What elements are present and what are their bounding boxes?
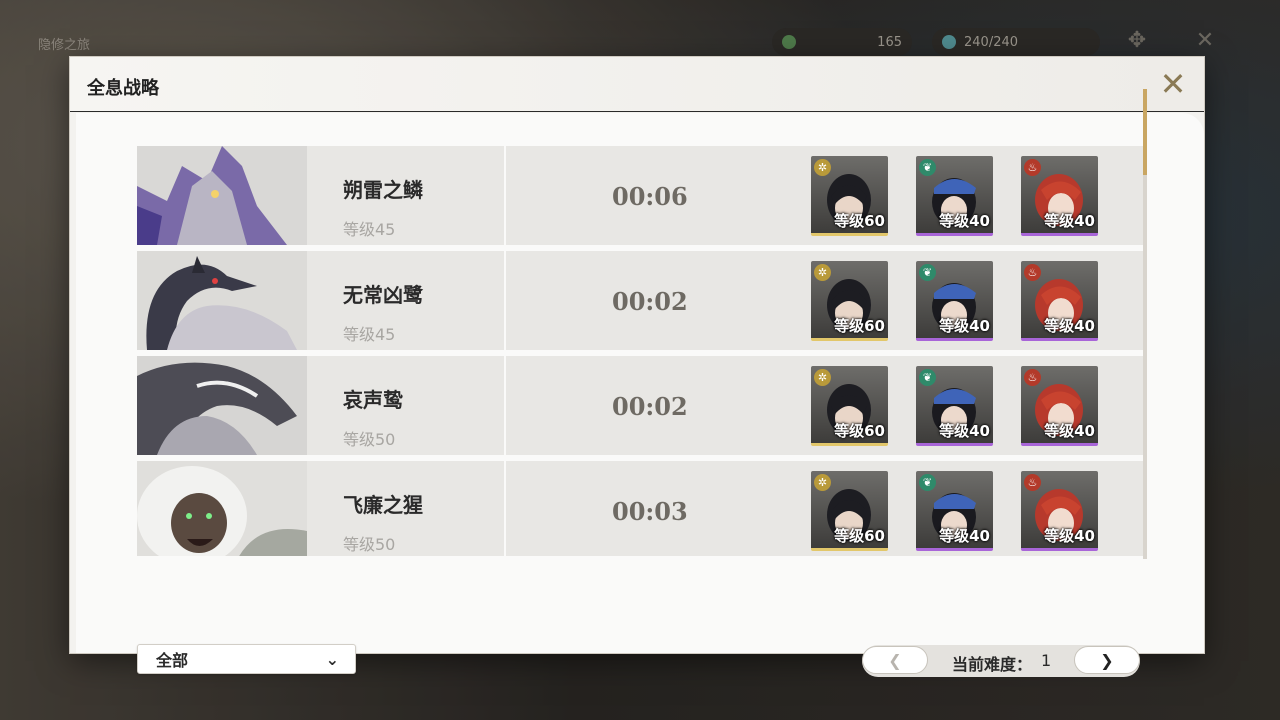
character-slot[interactable]: ♨ 等级40 [1021, 261, 1098, 341]
chevron-down-icon: ⌄ [325, 649, 339, 669]
boss-name: 哀声鸷 [343, 388, 403, 412]
prev-difficulty-button[interactable]: ❮ [862, 646, 928, 674]
next-difficulty-button[interactable]: ❯ [1074, 646, 1140, 674]
boss-name: 无常凶鹭 [343, 283, 423, 307]
boss-level: 等级50 [343, 535, 396, 554]
currency-a[interactable]: 165 [772, 28, 912, 56]
boss-portrait [137, 461, 307, 556]
boss-name: 朔雷之鳞 [343, 178, 423, 202]
waveplate-icon [942, 35, 956, 49]
character-slot[interactable]: ♨ 等级40 [1021, 156, 1098, 236]
character-slot[interactable]: ❦ 等级40 [916, 261, 993, 341]
clear-time: 00:02 [612, 392, 688, 421]
difficulty-pager: ❮ 当前难度： 1 ❯ [862, 645, 1140, 677]
character-slot[interactable]: ♨ 等级40 [1021, 471, 1098, 551]
character-level: 等级40 [939, 422, 990, 440]
character-level: 等级40 [1044, 422, 1095, 440]
team-lineup: ✲ 等级60 ❦ 等级40 ♨ 等级40 [811, 261, 1098, 341]
modal-content: 朔雷之鳞 等级45 00:06 ✲ 等级60 ❦ 等级40 ♨ 等级40 无常凶… [76, 113, 1204, 677]
currency-b[interactable]: 240/240 [932, 28, 1100, 56]
character-level: 等级40 [1044, 212, 1095, 230]
boss-row[interactable]: 无常凶鹭 等级45 00:02 ✲ 等级60 ❦ 等级40 ♨ 等级40 [137, 251, 1145, 350]
boss-level: 等级45 [343, 220, 396, 239]
guide-icon[interactable]: ✥ [1124, 28, 1150, 54]
boss-list[interactable]: 朔雷之鳞 等级45 00:06 ✲ 等级60 ❦ 等级40 ♨ 等级40 无常凶… [137, 146, 1145, 556]
character-slot[interactable]: ❦ 等级40 [916, 366, 993, 446]
row-divider [504, 146, 506, 245]
currency-b-value: 240/240 [964, 34, 1019, 50]
top-left-label: 隐修之旅 [38, 38, 91, 53]
boss-name: 飞廉之猩 [343, 493, 423, 517]
modal-header: 全息战略 ✕ [70, 57, 1204, 112]
character-slot[interactable]: ❦ 等级40 [916, 156, 993, 236]
character-slot[interactable]: ✲ 等级60 [811, 156, 888, 236]
difficulty-label: 当前难度： [952, 655, 1033, 674]
boss-row[interactable]: 哀声鸷 等级50 00:02 ✲ 等级60 ❦ 等级40 ♨ 等级40 [137, 356, 1145, 455]
modal-title: 全息战略 [87, 78, 159, 99]
difficulty-value: 1 [1041, 651, 1052, 670]
character-level: 等级40 [1044, 317, 1095, 335]
character-level: 等级60 [834, 422, 885, 440]
character-level: 等级60 [834, 212, 885, 230]
boss-portrait [137, 251, 307, 350]
filter-dropdown[interactable]: 全部 ⌄ [137, 644, 356, 674]
row-divider [504, 251, 506, 350]
top-bar: 隐修之旅 165 240/240 ✥ ✕ [0, 26, 1280, 60]
close-icon[interactable]: ✕ [1156, 67, 1190, 101]
character-slot[interactable]: ❦ 等级40 [916, 471, 993, 551]
close-bg-icon[interactable]: ✕ [1192, 28, 1218, 54]
character-level: 等级40 [1044, 527, 1095, 545]
character-level: 等级40 [939, 212, 990, 230]
boss-row[interactable]: 朔雷之鳞 等级45 00:06 ✲ 等级60 ❦ 等级40 ♨ 等级40 [137, 146, 1145, 245]
character-slot[interactable]: ✲ 等级60 [811, 366, 888, 446]
clear-time: 00:06 [612, 182, 688, 211]
currency-a-icon [782, 35, 796, 49]
team-lineup: ✲ 等级60 ❦ 等级40 ♨ 等级40 [811, 366, 1098, 446]
character-level: 等级40 [939, 317, 990, 335]
clear-time: 00:03 [612, 497, 688, 526]
row-divider [504, 461, 506, 556]
character-level: 等级40 [939, 527, 990, 545]
boss-row[interactable]: 飞廉之猩 等级50 00:03 ✲ 等级60 ❦ 等级40 ♨ 等级40 [137, 461, 1145, 556]
character-slot[interactable]: ✲ 等级60 [811, 471, 888, 551]
team-lineup: ✲ 等级60 ❦ 等级40 ♨ 等级40 [811, 156, 1098, 236]
character-slot[interactable]: ♨ 等级40 [1021, 366, 1098, 446]
boss-portrait [137, 356, 307, 455]
character-level: 等级60 [834, 317, 885, 335]
clear-time: 00:02 [612, 287, 688, 316]
row-divider [504, 356, 506, 455]
currency-a-value: 165 [877, 34, 902, 50]
scrollbar-thumb[interactable] [1143, 89, 1147, 175]
character-slot[interactable]: ✲ 等级60 [811, 261, 888, 341]
filter-selected: 全部 [156, 651, 189, 670]
boss-level: 等级45 [343, 325, 396, 344]
holographic-strategy-modal: 全息战略 ✕ 朔雷之鳞 等级45 00:06 ✲ 等级60 ❦ 等级40 ♨ 等… [70, 57, 1204, 677]
character-level: 等级60 [834, 527, 885, 545]
team-lineup: ✲ 等级60 ❦ 等级40 ♨ 等级40 [811, 471, 1098, 551]
boss-portrait [137, 146, 307, 245]
boss-level: 等级50 [343, 430, 396, 449]
